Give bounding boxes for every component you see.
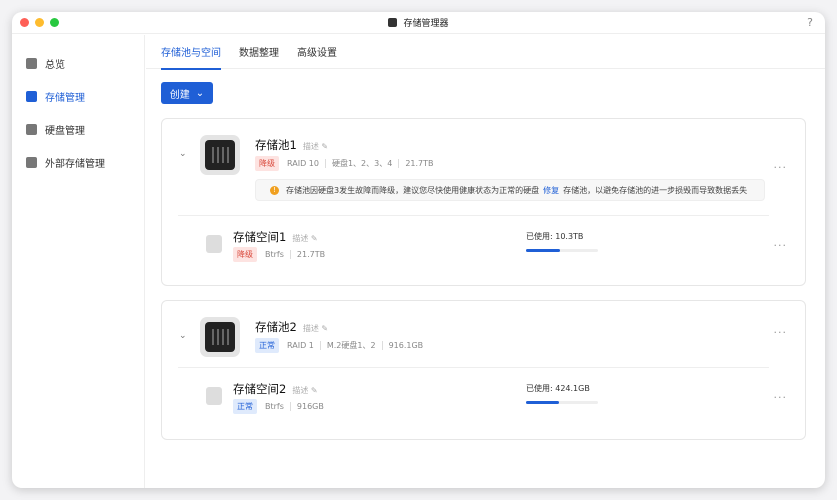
app-window: 存储管理器 ? 总览 存储管理 硬盘管理 外部存储管理 存储池与空间 数据整理 … bbox=[12, 12, 825, 488]
more-menu-button[interactable]: ··· bbox=[774, 326, 788, 339]
close-button[interactable] bbox=[20, 18, 29, 27]
nas-icon bbox=[200, 135, 240, 175]
volume-icon bbox=[206, 235, 222, 253]
window-title: 存储管理器 bbox=[403, 19, 449, 29]
pool-card: ⌄ 存储池1 描述 ✎ 降级 RAID 10 硬盘1、2、3、4 21.7TB ! 存储池… bbox=[161, 118, 806, 286]
tab-pools[interactable]: 存储池与空间 bbox=[161, 35, 221, 70]
edit-description[interactable]: 描述 ✎ bbox=[292, 385, 317, 396]
more-menu-button[interactable]: ··· bbox=[774, 239, 788, 252]
more-menu-button[interactable]: ··· bbox=[774, 391, 788, 404]
pool-name: 存储池1 bbox=[255, 138, 297, 152]
volume-name: 存储空间1 bbox=[233, 230, 287, 244]
nas-icon bbox=[200, 317, 240, 357]
tab-bar: 存储池与空间 数据整理 高级设置 bbox=[146, 35, 825, 70]
main-content: 存储池与空间 数据整理 高级设置 创建 ⌄ ⌄ 存储池1 描述 ✎ 降级 RAID 1… bbox=[146, 35, 825, 488]
more-menu-button[interactable]: ··· bbox=[774, 161, 788, 174]
used-label: 已使用: 424.1GB bbox=[526, 384, 590, 393]
warning-banner: ! 存储池因硬盘3发生故障而降级，建议您尽快使用健康状态为正常的硬盘 修复 存储池，以… bbox=[255, 179, 765, 201]
zoom-button[interactable] bbox=[50, 18, 59, 27]
used-label: 已使用: 10.3TB bbox=[526, 232, 584, 241]
sidebar-item-disks[interactable]: 硬盘管理 bbox=[12, 113, 144, 146]
chevron-down-icon: ⌄ bbox=[195, 87, 205, 99]
status-badge: 正常 bbox=[233, 399, 257, 414]
edit-description[interactable]: 描述 ✎ bbox=[303, 141, 328, 152]
minimize-button[interactable] bbox=[35, 18, 44, 27]
sidebar-item-storage[interactable]: 存储管理 bbox=[12, 80, 144, 113]
tab-advanced[interactable]: 高级设置 bbox=[297, 35, 337, 69]
chart-icon bbox=[26, 58, 37, 69]
volume-name: 存储空间2 bbox=[233, 382, 287, 396]
tab-defrag[interactable]: 数据整理 bbox=[239, 35, 279, 69]
collapse-chevron-icon[interactable]: ⌄ bbox=[179, 331, 187, 341]
pool-name: 存储池2 bbox=[255, 320, 297, 334]
collapse-chevron-icon[interactable]: ⌄ bbox=[179, 149, 187, 159]
usb-icon bbox=[26, 157, 37, 168]
volume-icon bbox=[206, 387, 222, 405]
status-badge: 降级 bbox=[233, 247, 257, 262]
sidebar: 总览 存储管理 硬盘管理 外部存储管理 bbox=[12, 35, 145, 488]
create-button[interactable]: 创建 ⌄ bbox=[161, 82, 213, 104]
usage-bar bbox=[526, 249, 598, 252]
edit-description[interactable]: 描述 ✎ bbox=[303, 323, 328, 334]
pool-card: ⌄ 存储池2 描述 ✎ 正常 RAID 1 M.2硬盘1、2 916.1GB ··· 存… bbox=[161, 300, 806, 440]
sidebar-item-overview[interactable]: 总览 bbox=[12, 47, 144, 80]
disk-icon bbox=[26, 124, 37, 135]
repair-link[interactable]: 修复 bbox=[543, 185, 559, 196]
status-badge: 降级 bbox=[255, 156, 279, 171]
edit-description[interactable]: 描述 ✎ bbox=[292, 233, 317, 244]
database-icon bbox=[26, 91, 37, 102]
app-icon bbox=[388, 18, 398, 27]
help-button[interactable]: ? bbox=[807, 16, 813, 29]
usage-bar bbox=[526, 401, 598, 404]
sidebar-item-external[interactable]: 外部存储管理 bbox=[12, 146, 144, 179]
status-badge: 正常 bbox=[255, 338, 279, 353]
title-bar: 存储管理器 ? bbox=[12, 12, 825, 34]
warning-icon: ! bbox=[270, 185, 279, 195]
